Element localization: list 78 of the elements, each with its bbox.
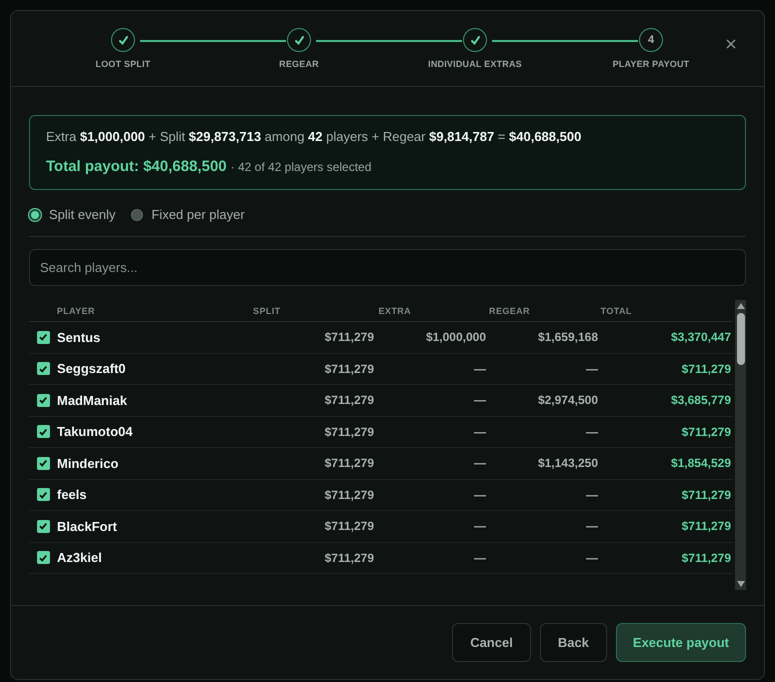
table-cell-text: —	[585, 550, 598, 565]
column-header: SPLIT	[253, 306, 282, 316]
table-cell-text: $711,279	[324, 393, 374, 408]
down-arrow-icon[interactable]	[736, 581, 744, 587]
table-cell-text: $711,279	[324, 424, 374, 439]
checkbox[interactable]	[36, 520, 50, 533]
checkbox[interactable]	[36, 551, 50, 564]
player-name: Minderico	[57, 456, 120, 471]
scrollbar-thumb[interactable]	[736, 313, 744, 365]
column-header: REGEAR	[489, 306, 531, 316]
check-icon	[294, 34, 304, 46]
radio-button[interactable]	[131, 208, 144, 220]
table-cell-text: $3,685,779	[670, 393, 731, 408]
table-cell-text: $711,279	[324, 362, 374, 376]
table-cell-text: $711,279	[324, 330, 374, 344]
table-cell-text: $3,370,447	[670, 330, 731, 344]
table-cell-text: —	[585, 519, 598, 534]
step-label: PLAYER PAYOUT	[612, 59, 690, 69]
formula-text: Extra $1,000,000 + Split $29,873,713 among 42 players + Regear $9,814,787 = $40,688,500	[46, 129, 582, 144]
total-payout: Total payout: $40,688,500	[46, 158, 227, 175]
table-cell-text: $711,279	[680, 550, 731, 565]
close-icon	[726, 39, 736, 49]
step-label: INDIVIDUAL EXTRAS	[428, 59, 522, 69]
player-name: Takumoto04	[57, 424, 134, 440]
table-cell-text: —	[473, 488, 486, 502]
table-cell-text: $711,279	[680, 424, 731, 439]
table-cell-text: —	[473, 456, 486, 470]
table-cell-text: $1,854,529	[670, 456, 731, 470]
player-name: Sentus	[57, 330, 102, 345]
table-cell-text: —	[473, 362, 486, 376]
up-arrow-icon[interactable]	[736, 303, 744, 309]
checkbox[interactable]	[36, 330, 50, 344]
table-cell-text: $711,279	[680, 362, 731, 376]
player-name: Az3kiel	[57, 550, 103, 566]
search-field[interactable]: Search players...	[29, 249, 746, 286]
check-icon	[118, 34, 128, 46]
checkbox[interactable]	[36, 456, 50, 470]
footer-button[interactable]: Back	[540, 623, 607, 662]
step-label: LOOT SPLIT	[96, 59, 150, 69]
table-cell-text: —	[585, 424, 598, 439]
check-icon	[470, 34, 480, 46]
table-cell-text: $1,143,250	[536, 456, 598, 470]
table-cell-text: $2,974,500	[536, 393, 598, 408]
table-cell-text: —	[473, 519, 486, 534]
table-cell-text: —	[473, 550, 486, 565]
footer-button[interactable]: Execute payout	[616, 623, 746, 662]
table-cell-text: —	[473, 393, 486, 408]
table-cell-text: $1,000,000	[424, 330, 486, 344]
column-header: TOTAL	[600, 306, 633, 316]
table-cell-text: —	[585, 362, 598, 376]
table-cell-text: $711,279	[324, 550, 374, 565]
checkbox[interactable]	[36, 394, 50, 407]
player-name: feels	[57, 487, 88, 502]
table-cell-text: $711,279	[680, 488, 731, 502]
table-cell-text: $1,659,168	[536, 330, 598, 344]
step-indicator: 4	[639, 28, 663, 52]
radio-option[interactable]: Fixed per player	[131, 207, 245, 222]
footer-button[interactable]: Cancel	[452, 623, 531, 662]
table-cell-text: —	[585, 488, 598, 502]
table-cell-text: $711,279	[324, 456, 374, 470]
radio-button[interactable]	[29, 208, 41, 220]
radio-option[interactable]: Split evenly	[29, 207, 116, 222]
table-cell-text: $711,279	[324, 488, 374, 502]
table-cell-text: $711,279	[324, 519, 374, 534]
close-button[interactable]	[724, 37, 738, 51]
checkbox[interactable]	[36, 362, 50, 376]
table-cell-text: $711,279	[680, 519, 731, 534]
step-label: REGEAR	[279, 59, 319, 69]
checkbox[interactable]	[36, 425, 50, 438]
checkbox[interactable]	[36, 488, 50, 502]
selected-count: · 42 of 42 players selected	[230, 160, 372, 174]
column-header: PLAYER	[56, 306, 96, 316]
table-cell-text: —	[473, 424, 486, 439]
player-name: BlackFort	[57, 518, 118, 534]
player-name: MadManiak	[57, 392, 128, 408]
scrollbar[interactable]	[735, 300, 746, 590]
column-header: EXTRA	[378, 306, 412, 316]
player-name: Seggszaft0	[57, 361, 127, 376]
